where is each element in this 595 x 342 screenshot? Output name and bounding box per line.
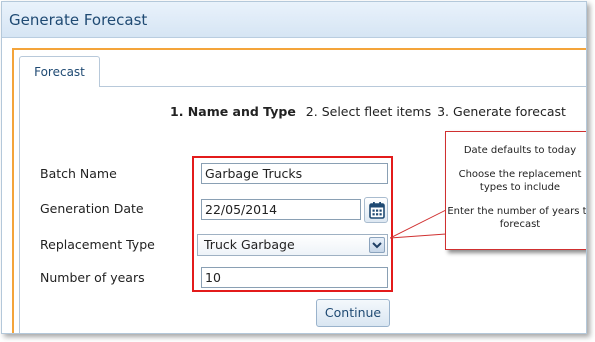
dropdown-arrow[interactable]	[369, 237, 385, 253]
wizard-steps: 1. Name and Type 2. Select fleet items 3…	[170, 104, 568, 119]
replacement-type-label: Replacement Type	[40, 237, 155, 252]
generation-date-input[interactable]: 22/05/2014	[201, 199, 361, 220]
callout-date-note: Date defaults to today	[463, 145, 577, 156]
help-callout: Date defaults to today Choose the replac…	[445, 131, 587, 250]
calendar-icon	[369, 202, 385, 219]
callout-pointer	[390, 209, 446, 239]
tab-divider	[100, 86, 586, 87]
tab-panel-border	[19, 86, 20, 333]
callout-years-note: Enter the number of years to forecast	[447, 206, 587, 230]
generate-forecast-window: Generate Forecast Forecast 1. Name and T…	[1, 1, 587, 334]
batch-name-label: Batch Name	[40, 166, 117, 181]
tab-forecast[interactable]: Forecast	[19, 56, 100, 87]
continue-button[interactable]: Continue	[316, 299, 390, 327]
step-generate-forecast: 3. Generate forecast	[437, 104, 566, 119]
step-select-fleet-items: 2. Select fleet items	[305, 104, 432, 119]
step-current: 1. Name and Type	[170, 104, 296, 119]
batch-name-input[interactable]: Garbage Trucks	[201, 163, 388, 184]
window-titlebar: Generate Forecast	[2, 2, 586, 38]
window-title: Generate Forecast	[9, 11, 148, 29]
years-label: Number of years	[40, 270, 145, 285]
chevron-down-icon	[372, 242, 382, 249]
replacement-type-select[interactable]: Truck Garbage	[197, 234, 388, 256]
years-input[interactable]: 10	[201, 267, 388, 288]
callout-type-note: Choose the replacement types to include	[458, 169, 582, 193]
date-picker-button[interactable]	[364, 197, 388, 223]
generation-date-label: Generation Date	[40, 201, 144, 216]
replacement-type-value: Truck Garbage	[204, 237, 295, 252]
